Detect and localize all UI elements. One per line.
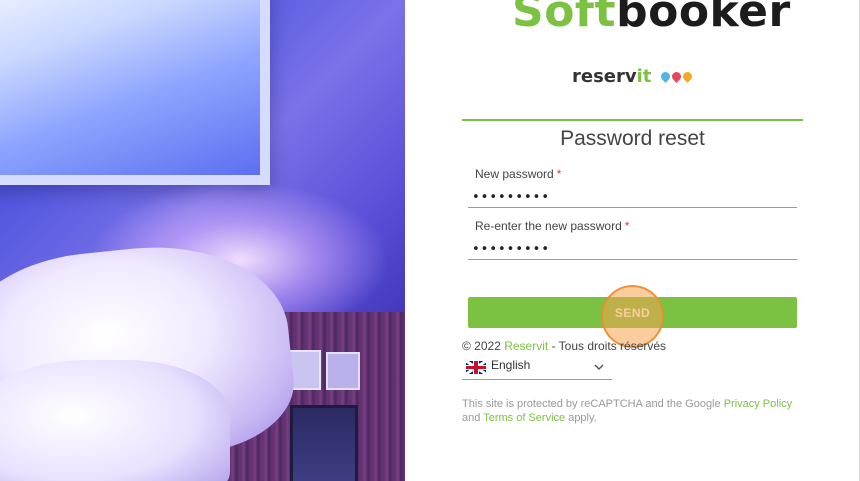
reservit-logo-reserv: reserv bbox=[572, 66, 637, 87]
page-title: Password reset bbox=[560, 127, 705, 150]
new-password-input[interactable] bbox=[468, 188, 797, 208]
softbooker-logo-soft: Soft bbox=[512, 0, 617, 37]
reservit-logo-it: it bbox=[636, 66, 652, 87]
recaptcha-and: and bbox=[462, 412, 484, 424]
required-mark: * bbox=[556, 167, 562, 181]
send-button[interactable]: SEND bbox=[468, 297, 797, 328]
header-divider bbox=[462, 119, 803, 121]
confirm-password-input[interactable] bbox=[468, 240, 797, 260]
terms-of-service-link[interactable]: Terms of Service bbox=[483, 412, 565, 424]
recaptcha-notice: This site is protected by reCAPTCHA and … bbox=[462, 397, 797, 425]
photo-wall-frame bbox=[0, 0, 270, 185]
language-select-value: English bbox=[491, 358, 531, 372]
photo-book bbox=[290, 405, 358, 481]
uk-flag-icon bbox=[466, 361, 486, 374]
hotel-room-photo bbox=[0, 0, 405, 481]
copyright-suffix: - Tous droits réservés bbox=[548, 339, 667, 353]
map-pin-icons bbox=[658, 70, 694, 83]
photo-bed bbox=[0, 360, 230, 481]
copyright-text: © 2022 Reservit - Tous droits réservés bbox=[462, 339, 666, 353]
language-select[interactable]: English bbox=[462, 356, 612, 380]
softbooker-logo-booker: booker bbox=[616, 0, 791, 37]
map-pin-icon bbox=[658, 70, 672, 83]
new-password-label-text: New password bbox=[475, 167, 554, 181]
reservit-link[interactable]: Reservit bbox=[504, 339, 548, 353]
recaptcha-prefix: This site is protected by reCAPTCHA and … bbox=[462, 398, 724, 410]
softbooker-logo: Softbooker bbox=[512, 0, 791, 37]
photo-switch bbox=[326, 352, 360, 390]
privacy-policy-link[interactable]: Privacy Policy bbox=[724, 398, 792, 410]
new-password-label: New password * bbox=[475, 167, 561, 181]
recaptcha-apply: apply. bbox=[565, 412, 597, 424]
confirm-password-label: Re-enter the new password * bbox=[475, 219, 629, 233]
reservit-logo: reservit bbox=[572, 66, 694, 87]
copyright-prefix: © 2022 bbox=[462, 339, 505, 353]
confirm-password-label-text: Re-enter the new password bbox=[475, 219, 622, 233]
map-pin-icon bbox=[669, 70, 683, 83]
required-mark: * bbox=[624, 219, 630, 233]
chevron-down-icon bbox=[594, 364, 604, 370]
map-pin-icon bbox=[680, 70, 694, 83]
